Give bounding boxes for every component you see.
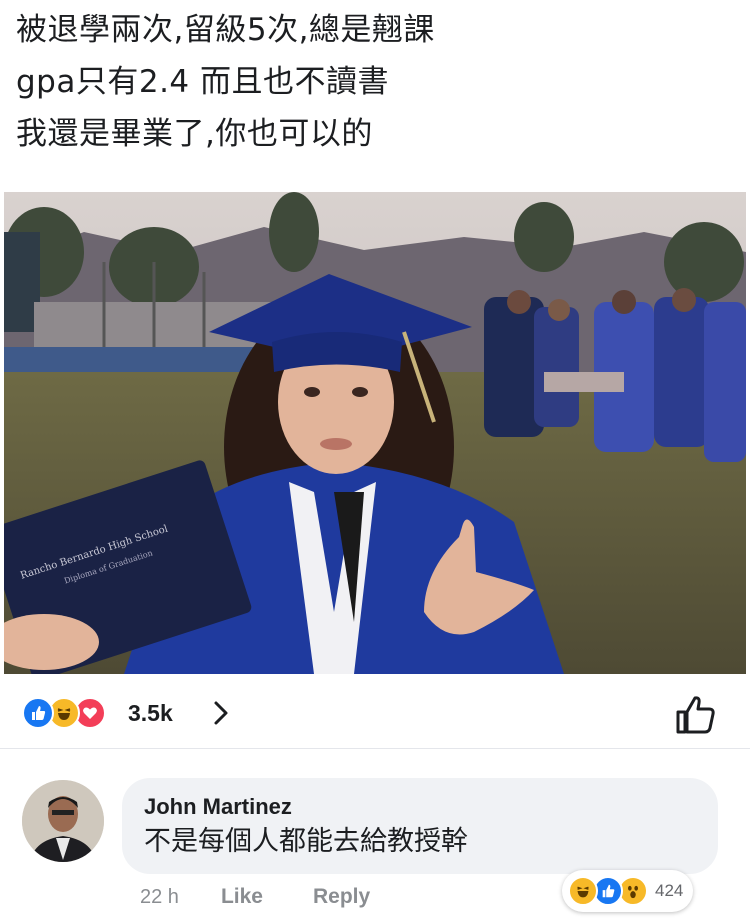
reaction-summary[interactable]	[22, 696, 106, 730]
comment-reaction-summary[interactable]: 424	[562, 870, 694, 912]
comment-actions: 22 h Like Reply	[140, 880, 420, 914]
comment-timestamp[interactable]: 22 h	[140, 886, 179, 909]
thumbs-up-icon[interactable]	[672, 692, 718, 738]
chevron-right-icon[interactable]	[206, 698, 236, 728]
caption-line-1: 被退學兩次,留級5次,總是翹課	[16, 12, 435, 48]
caption-line-3: 我還是畢業了,你也可以的	[16, 116, 373, 152]
comment-text: 不是每個人都能去給教授幹	[144, 826, 468, 857]
reaction-bar: 3.5k	[0, 678, 750, 748]
divider	[0, 748, 750, 770]
post-caption: 被退學兩次,留級5次,總是翹課 gpa只有2.4 而且也不讀書 我還是畢業了,你…	[16, 4, 736, 160]
comment-author[interactable]: John Martinez	[144, 794, 696, 820]
post-photo[interactable]: Rancho Bernardo High School Diploma of G…	[4, 192, 746, 674]
comment-bubble[interactable]: John Martinez 不是每個人都能去給教授幹	[122, 778, 718, 874]
graduation-photo: Rancho Bernardo High School Diploma of G…	[4, 192, 746, 674]
caption-line-2: gpa只有2.4 而且也不讀書	[16, 64, 390, 100]
comment-reaction-count: 424	[655, 881, 684, 900]
like-icon	[22, 697, 54, 729]
haha-icon	[568, 876, 598, 906]
comment-reply-button[interactable]: Reply	[313, 885, 370, 909]
reaction-count[interactable]: 3.5k	[128, 696, 173, 730]
avatar[interactable]	[22, 780, 104, 862]
comment-like-button[interactable]: Like	[221, 885, 263, 909]
